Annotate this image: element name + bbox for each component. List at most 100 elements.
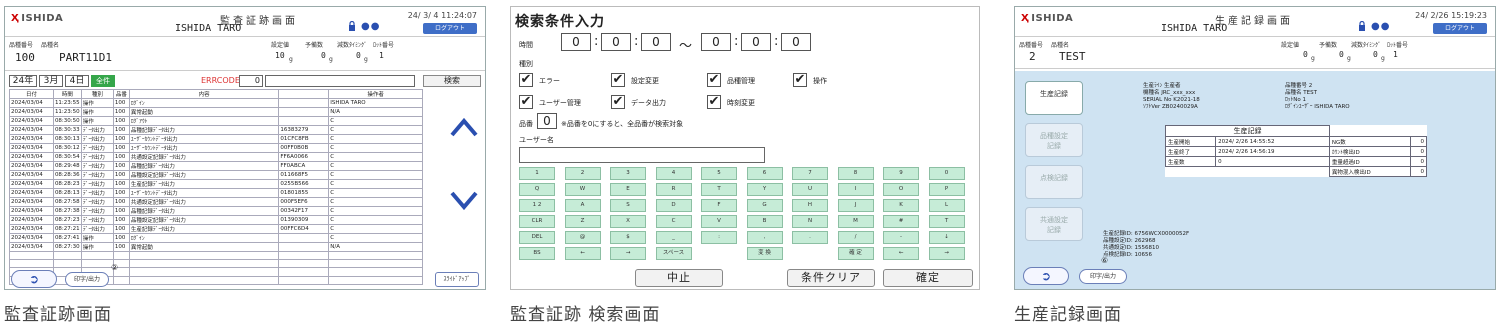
keyboard-key[interactable]: O xyxy=(883,183,919,196)
confirm-button[interactable]: 確定 xyxy=(883,269,973,287)
keyboard-key[interactable]: → xyxy=(610,247,646,260)
table-row[interactable]: 2024/03/04 08:30:33 ﾃﾞｰﾀ出力 100 品種記録ﾃﾞｰﾀ出力 163… xyxy=(9,125,423,135)
keyboard-key[interactable]: → xyxy=(928,247,965,260)
keyboard-key[interactable]: 9 xyxy=(883,167,919,180)
table-row[interactable]: 2024/03/04 08:27:30 操作 100 異常起動 N/A xyxy=(9,242,423,252)
table-row[interactable]: 2024/03/04 08:27:41 操作 100 ﾛｸﾞｲﾝ C xyxy=(9,233,423,243)
checkbox-1[interactable]: ✔ xyxy=(611,73,625,87)
keyboard-key[interactable]: N xyxy=(792,215,828,228)
time-to-input[interactable]: 0 xyxy=(781,33,811,51)
table-row[interactable]: 2024/03/04 08:28:23 ﾃﾞｰﾀ出力 100 生産記録ﾃﾞｰﾀ出力 025… xyxy=(9,179,423,189)
menu-item-1[interactable]: 品種設定 記録 xyxy=(1025,123,1083,157)
search-button[interactable]: 検索 xyxy=(423,75,481,87)
keyboard-key[interactable]: ← xyxy=(883,247,919,260)
keyboard-key[interactable]: $ xyxy=(610,231,646,244)
table-row[interactable]: 2024/03/04 08:30:12 ﾃﾞｰﾀ出力 100 ﾕｰｻﾞｰｶｳﾝﾄﾃﾞｰﾀ… xyxy=(9,143,423,153)
checkbox-6[interactable]: ✔ xyxy=(707,95,721,109)
keyboard-key[interactable]: R xyxy=(655,183,692,196)
user-input[interactable] xyxy=(519,147,765,163)
slide-up-button[interactable]: ｽﾗｲﾄﾞｱｯﾌﾟ xyxy=(435,272,479,287)
table-row[interactable]: 2024/03/04 08:27:58 ﾃﾞｰﾀ出力 100 共通設定記録ﾃﾞｰﾀ出力 0… xyxy=(9,197,423,207)
logout-button[interactable]: ログアウト xyxy=(1433,23,1487,34)
table-row[interactable]: 2024/03/04 08:27:38 ﾃﾞｰﾀ出力 100 品種記録ﾃﾞｰﾀ出力 003… xyxy=(9,206,423,216)
table-row[interactable]: 2024/03/04 08:29:48 ﾃﾞｰﾀ出力 100 品種記録ﾃﾞｰﾀ出力 FF0… xyxy=(9,161,423,171)
checkbox-5[interactable]: ✔ xyxy=(611,95,625,109)
keyboard-key[interactable]: 6 xyxy=(746,167,783,180)
keyboard-key[interactable]: X xyxy=(610,215,646,228)
keyboard-key[interactable]: U xyxy=(792,183,828,196)
keyboard-key[interactable]: C xyxy=(655,215,692,228)
keyboard-key[interactable]: DEL xyxy=(519,231,555,244)
table-row[interactable] xyxy=(9,259,423,269)
keyboard-key[interactable]: M xyxy=(837,215,874,228)
keyboard-key[interactable]: 4 xyxy=(655,167,692,180)
keyboard-key[interactable]: / xyxy=(837,231,874,244)
keyboard-key[interactable]: BS xyxy=(519,247,555,260)
keyboard-key[interactable]: W xyxy=(564,183,601,196)
table-row[interactable]: 2024/03/04 08:30:50 操作 100 ﾛｸﾞｱｳﾄ C xyxy=(9,116,423,126)
keyboard-key[interactable]: S xyxy=(610,199,646,212)
keyboard-key[interactable]: B xyxy=(746,215,783,228)
menu-item-0[interactable]: 生産記録 xyxy=(1025,81,1083,115)
keyboard-key[interactable]: @ xyxy=(564,231,601,244)
keyboard-key[interactable]: D xyxy=(655,199,692,212)
keyboard-key[interactable]: CLR xyxy=(519,215,555,228)
table-row[interactable]: 2024/03/04 08:28:36 ﾃﾞｰﾀ出力 100 品種設定記録ﾃﾞｰﾀ出力 0… xyxy=(9,170,423,180)
keyboard-key[interactable]: 5 xyxy=(701,167,737,180)
month-select[interactable]: 3月 xyxy=(39,75,63,87)
errcode-text-input[interactable] xyxy=(265,75,415,87)
keyboard-key[interactable]: T xyxy=(701,183,737,196)
back-button[interactable]: ➲ xyxy=(1023,267,1069,285)
checkbox-0[interactable]: ✔ xyxy=(519,73,533,87)
menu-item-2[interactable]: 点検記録 xyxy=(1025,165,1083,199)
keyboard-key[interactable]: # xyxy=(883,215,919,228)
year-select[interactable]: 24年 xyxy=(9,75,37,87)
keyboard-key[interactable]: K xyxy=(883,199,919,212)
keyboard-key[interactable]: ← xyxy=(564,247,601,260)
keyboard-key[interactable]: 変 換 xyxy=(746,247,783,260)
keyboard-key[interactable]: ↓ xyxy=(928,231,965,244)
checkbox-3[interactable]: ✔ xyxy=(793,73,807,87)
table-row[interactable]: 2024/03/04 11:23:55 操作 100 ﾛｸﾞｲﾝ ISHIDA TARO xyxy=(9,98,423,108)
table-row[interactable]: 2024/03/04 11:23:50 操作 100 異常起動 N/A xyxy=(9,107,423,117)
keyboard-key[interactable]: A xyxy=(564,199,601,212)
keyboard-key[interactable]: スペース xyxy=(655,247,692,260)
keyboard-key[interactable]: 0 xyxy=(928,167,965,180)
keyboard-key[interactable]: - xyxy=(883,231,919,244)
cancel-button[interactable]: 中止 xyxy=(635,269,723,287)
clear-conditions-button[interactable]: 条件クリア xyxy=(787,269,875,287)
menu-item-3[interactable]: 共通設定 記録 xyxy=(1025,207,1083,241)
table-row[interactable]: 2024/03/04 08:27:21 ﾃﾞｰﾀ出力 100 生産記録ﾃﾞｰﾀ出力 00F… xyxy=(9,224,423,234)
keyboard-key[interactable]: 8 xyxy=(837,167,874,180)
table-row[interactable]: 2024/03/04 08:30:13 ﾃﾞｰﾀ出力 100 ﾕｰｻﾞｰｶｳﾝﾄﾃﾞｰﾀ… xyxy=(9,134,423,144)
keyboard-key[interactable]: F xyxy=(701,199,737,212)
time-to-input[interactable]: 0 xyxy=(741,33,771,51)
errcode-input[interactable]: 0 xyxy=(239,75,263,87)
item-input[interactable]: 0 xyxy=(537,113,557,129)
keyboard-key[interactable]: G xyxy=(746,199,783,212)
keyboard-key[interactable]: L xyxy=(928,199,965,212)
keyboard-key[interactable]: Y xyxy=(746,183,783,196)
keyboard-key[interactable]: 確 定 xyxy=(837,247,874,260)
keyboard-key[interactable]: 1 xyxy=(519,167,555,180)
checkbox-2[interactable]: ✔ xyxy=(707,73,721,87)
back-button[interactable]: ➲ xyxy=(11,270,57,288)
keyboard-key[interactable]: , xyxy=(746,231,783,244)
time-to-input[interactable]: 0 xyxy=(701,33,731,51)
day-select[interactable]: 4日 xyxy=(65,75,89,87)
print-output-button[interactable]: 印字/出力 xyxy=(65,272,109,287)
time-from-input[interactable]: 0 xyxy=(641,33,671,51)
time-from-input[interactable]: 0 xyxy=(601,33,631,51)
scroll-down-icon[interactable] xyxy=(449,189,479,213)
keyboard-key[interactable]: T xyxy=(928,215,965,228)
keyboard-key[interactable]: _ xyxy=(655,231,692,244)
keyboard-key[interactable]: I xyxy=(837,183,874,196)
table-row[interactable] xyxy=(9,250,423,261)
time-from-input[interactable]: 0 xyxy=(561,33,591,51)
keyboard-key[interactable]: 3 xyxy=(610,167,646,180)
filter-all-tag[interactable]: 全件 xyxy=(91,75,115,87)
keyboard-key[interactable]: 1 2 xyxy=(519,199,555,212)
keyboard-key[interactable]: Z xyxy=(564,215,601,228)
checkbox-4[interactable]: ✔ xyxy=(519,95,533,109)
keyboard-key[interactable]: 2 xyxy=(564,167,601,180)
